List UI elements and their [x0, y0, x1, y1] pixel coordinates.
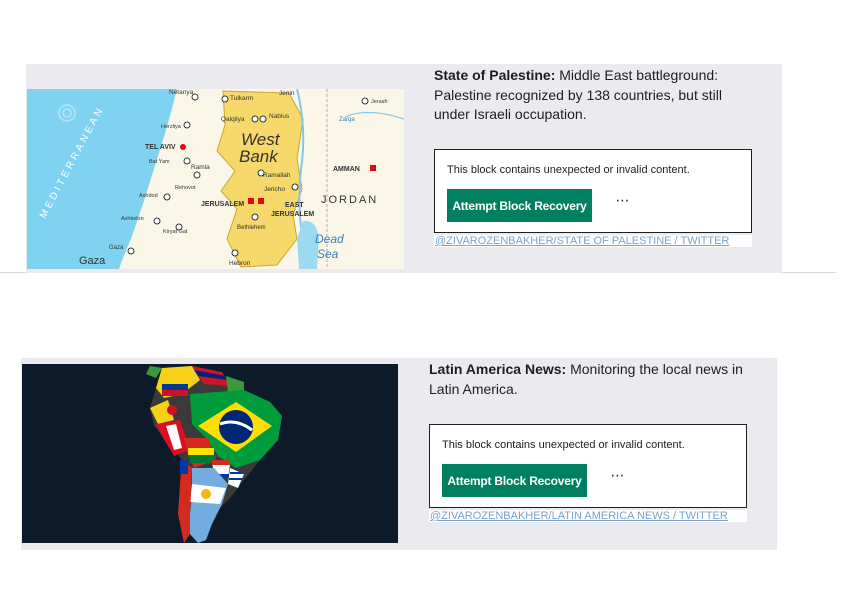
invalid-block-message: This block contains unexpected or invali… — [447, 164, 690, 176]
map-label-jenin: Jenin — [279, 90, 295, 97]
map-label-amman: AMMAN — [333, 166, 360, 173]
map-label-sea: Sea — [317, 247, 339, 261]
map-label-bank: Bank — [239, 147, 279, 166]
map-label-nablus: Nablus — [269, 113, 290, 120]
map-label-bethlehem: Bethlehem — [237, 225, 266, 231]
post-title: State of Palestine: — [434, 67, 556, 83]
invalid-block-notice: This block contains unexpected or invali… — [429, 424, 747, 508]
post-card-latin-america: Latin America News: Monitoring the local… — [21, 358, 777, 550]
map-label-tel-aviv: TEL AVIV — [145, 144, 176, 151]
map-label-ashdod: Ashdod — [139, 193, 158, 199]
map-label-gaza-city: Gaza — [109, 245, 124, 251]
map-label-hebron: Hebron — [229, 260, 251, 267]
palestine-map-image: Netanya Tulkarm Jenin Qalqilya Nablus Je… — [27, 89, 404, 269]
map-label-jerash: Jerash — [371, 99, 388, 105]
map-label-tulkarm: Tulkarm — [230, 95, 253, 102]
map-label-dead: Dead — [315, 232, 344, 246]
map-label-ramallah: Ramallah — [263, 172, 291, 179]
post-text: Latin America News: Monitoring the local… — [429, 360, 759, 399]
post-text: State of Palestine: Middle East battlegr… — [434, 66, 750, 125]
map-label-kiryat-gat: Kiryat Gat — [163, 229, 188, 235]
post-title: Latin America News: — [429, 361, 567, 377]
map-label-qalqilya: Qalqilya — [221, 116, 245, 123]
map-label-rehovot: Rehovot — [175, 185, 196, 191]
map-label-ashkelon: Ashkelon — [121, 216, 144, 222]
map-label-zarqa: Zarqa — [339, 117, 355, 123]
image-credit-link[interactable]: @ZIVAROZENBAKHER/LATIN AMERICA NEWS / TW… — [429, 510, 747, 522]
invalid-block-message: This block contains unexpected or invali… — [442, 439, 685, 451]
invalid-block-notice: This block contains unexpected or invali… — [434, 149, 752, 233]
map-label-ramla: Ramla — [191, 164, 210, 171]
map-label-bat-yam: Bat Yam — [149, 159, 170, 165]
map-label-herzliya: Herzliya — [161, 124, 182, 130]
map-label-east-jerusalem: JERUSALEM — [271, 211, 314, 218]
more-options-icon[interactable]: ⋯ — [611, 192, 635, 212]
latin-america-flags-map-image — [22, 364, 398, 543]
map-label-netanya: Netanya — [169, 89, 194, 96]
attempt-block-recovery-button[interactable]: Attempt Block Recovery — [442, 464, 587, 497]
attempt-block-recovery-button[interactable]: Attempt Block Recovery — [447, 189, 592, 222]
map-label-gaza: Gaza — [79, 255, 106, 267]
map-label-jerusalem: JERUSALEM — [201, 201, 244, 208]
map-label-jericho: Jericho — [264, 186, 285, 193]
map-label-east: EAST — [285, 202, 304, 209]
map-label-jordan: JORDAN — [321, 194, 378, 206]
image-credit-link[interactable]: @ZIVAROZENBAKHER/STATE OF PALESTINE / TW… — [434, 235, 752, 247]
post-card-palestine: Netanya Tulkarm Jenin Qalqilya Nablus Je… — [26, 64, 782, 273]
more-options-icon[interactable]: ⋯ — [606, 467, 630, 487]
